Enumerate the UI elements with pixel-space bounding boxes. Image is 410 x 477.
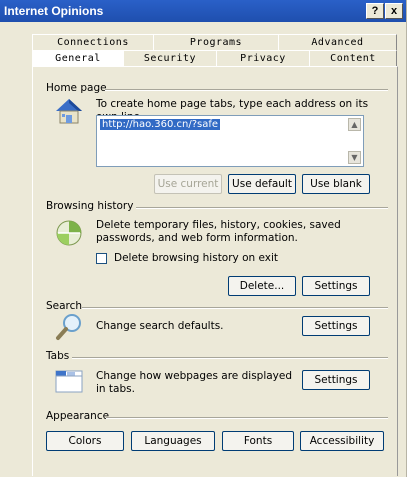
tab-content[interactable]: Content <box>309 50 397 67</box>
browsing-history-description: Delete temporary files, history, cookies… <box>96 219 341 244</box>
languages-button[interactable]: Languages <box>131 431 215 451</box>
search-group-label: Search <box>46 300 83 312</box>
tab-connections[interactable]: Connections <box>32 34 154 51</box>
tab-advanced[interactable]: Advanced <box>278 34 397 51</box>
house-icon <box>56 99 82 124</box>
tab-security[interactable]: Security <box>123 50 217 67</box>
home-page-url-textarea[interactable]: http://hao.360.cn/?safe ▲ ▼ <box>96 115 364 167</box>
window-title: Internet Opinions <box>4 4 104 18</box>
appearance-group-label: Appearance <box>46 410 110 422</box>
tabs-window-icon <box>55 370 83 393</box>
tab-row-back: Connections Programs Advanced <box>32 34 397 51</box>
divider <box>136 207 388 209</box>
tabs-description: Change how webpages are displayed in tab… <box>96 370 293 395</box>
tab-general[interactable]: General <box>32 50 124 67</box>
delete-button[interactable]: Delete... <box>228 276 296 296</box>
accessibility-button[interactable]: Accessibility <box>300 431 384 451</box>
divider <box>106 417 388 419</box>
magnifier-icon <box>56 314 81 340</box>
delete-on-exit-checkbox[interactable] <box>96 253 107 264</box>
divider <box>105 89 388 91</box>
close-button[interactable]: x <box>385 3 403 19</box>
browsing-history-group-label: Browsing history <box>46 200 134 212</box>
search-description: Change search defaults. <box>96 320 224 332</box>
divider <box>72 357 388 359</box>
search-settings-button[interactable]: Settings <box>302 316 370 336</box>
tabs-settings-button[interactable]: Settings <box>302 370 370 390</box>
scroll-down-arrow[interactable]: ▼ <box>348 151 361 164</box>
home-page-group-label: Home page <box>46 82 107 94</box>
use-default-button[interactable]: Use default <box>228 174 296 194</box>
delete-on-exit-label[interactable]: Delete browsing history on exit <box>114 252 278 265</box>
eraser-icon <box>56 220 82 246</box>
fonts-button[interactable]: Fonts <box>222 431 294 451</box>
use-current-button[interactable]: Use current <box>154 174 222 194</box>
title-bar[interactable]: Internet Opinions ? x <box>0 0 406 22</box>
tab-row-front: General Security Privacy Content <box>32 50 397 67</box>
colors-button[interactable]: Colors <box>46 431 124 451</box>
scroll-up-arrow[interactable]: ▲ <box>348 118 361 131</box>
tab-privacy[interactable]: Privacy <box>216 50 310 67</box>
tabs-group-label: Tabs <box>46 350 70 362</box>
browsing-history-settings-button[interactable]: Settings <box>302 276 370 296</box>
internet-options-window: Internet Opinions ? x Connections Progra… <box>0 0 407 477</box>
help-button[interactable]: ? <box>366 3 384 19</box>
home-page-url-value: http://hao.360.cn/?safe <box>100 119 221 130</box>
divider <box>82 307 388 309</box>
tab-programs[interactable]: Programs <box>153 34 279 51</box>
use-blank-button[interactable]: Use blank <box>302 174 370 194</box>
